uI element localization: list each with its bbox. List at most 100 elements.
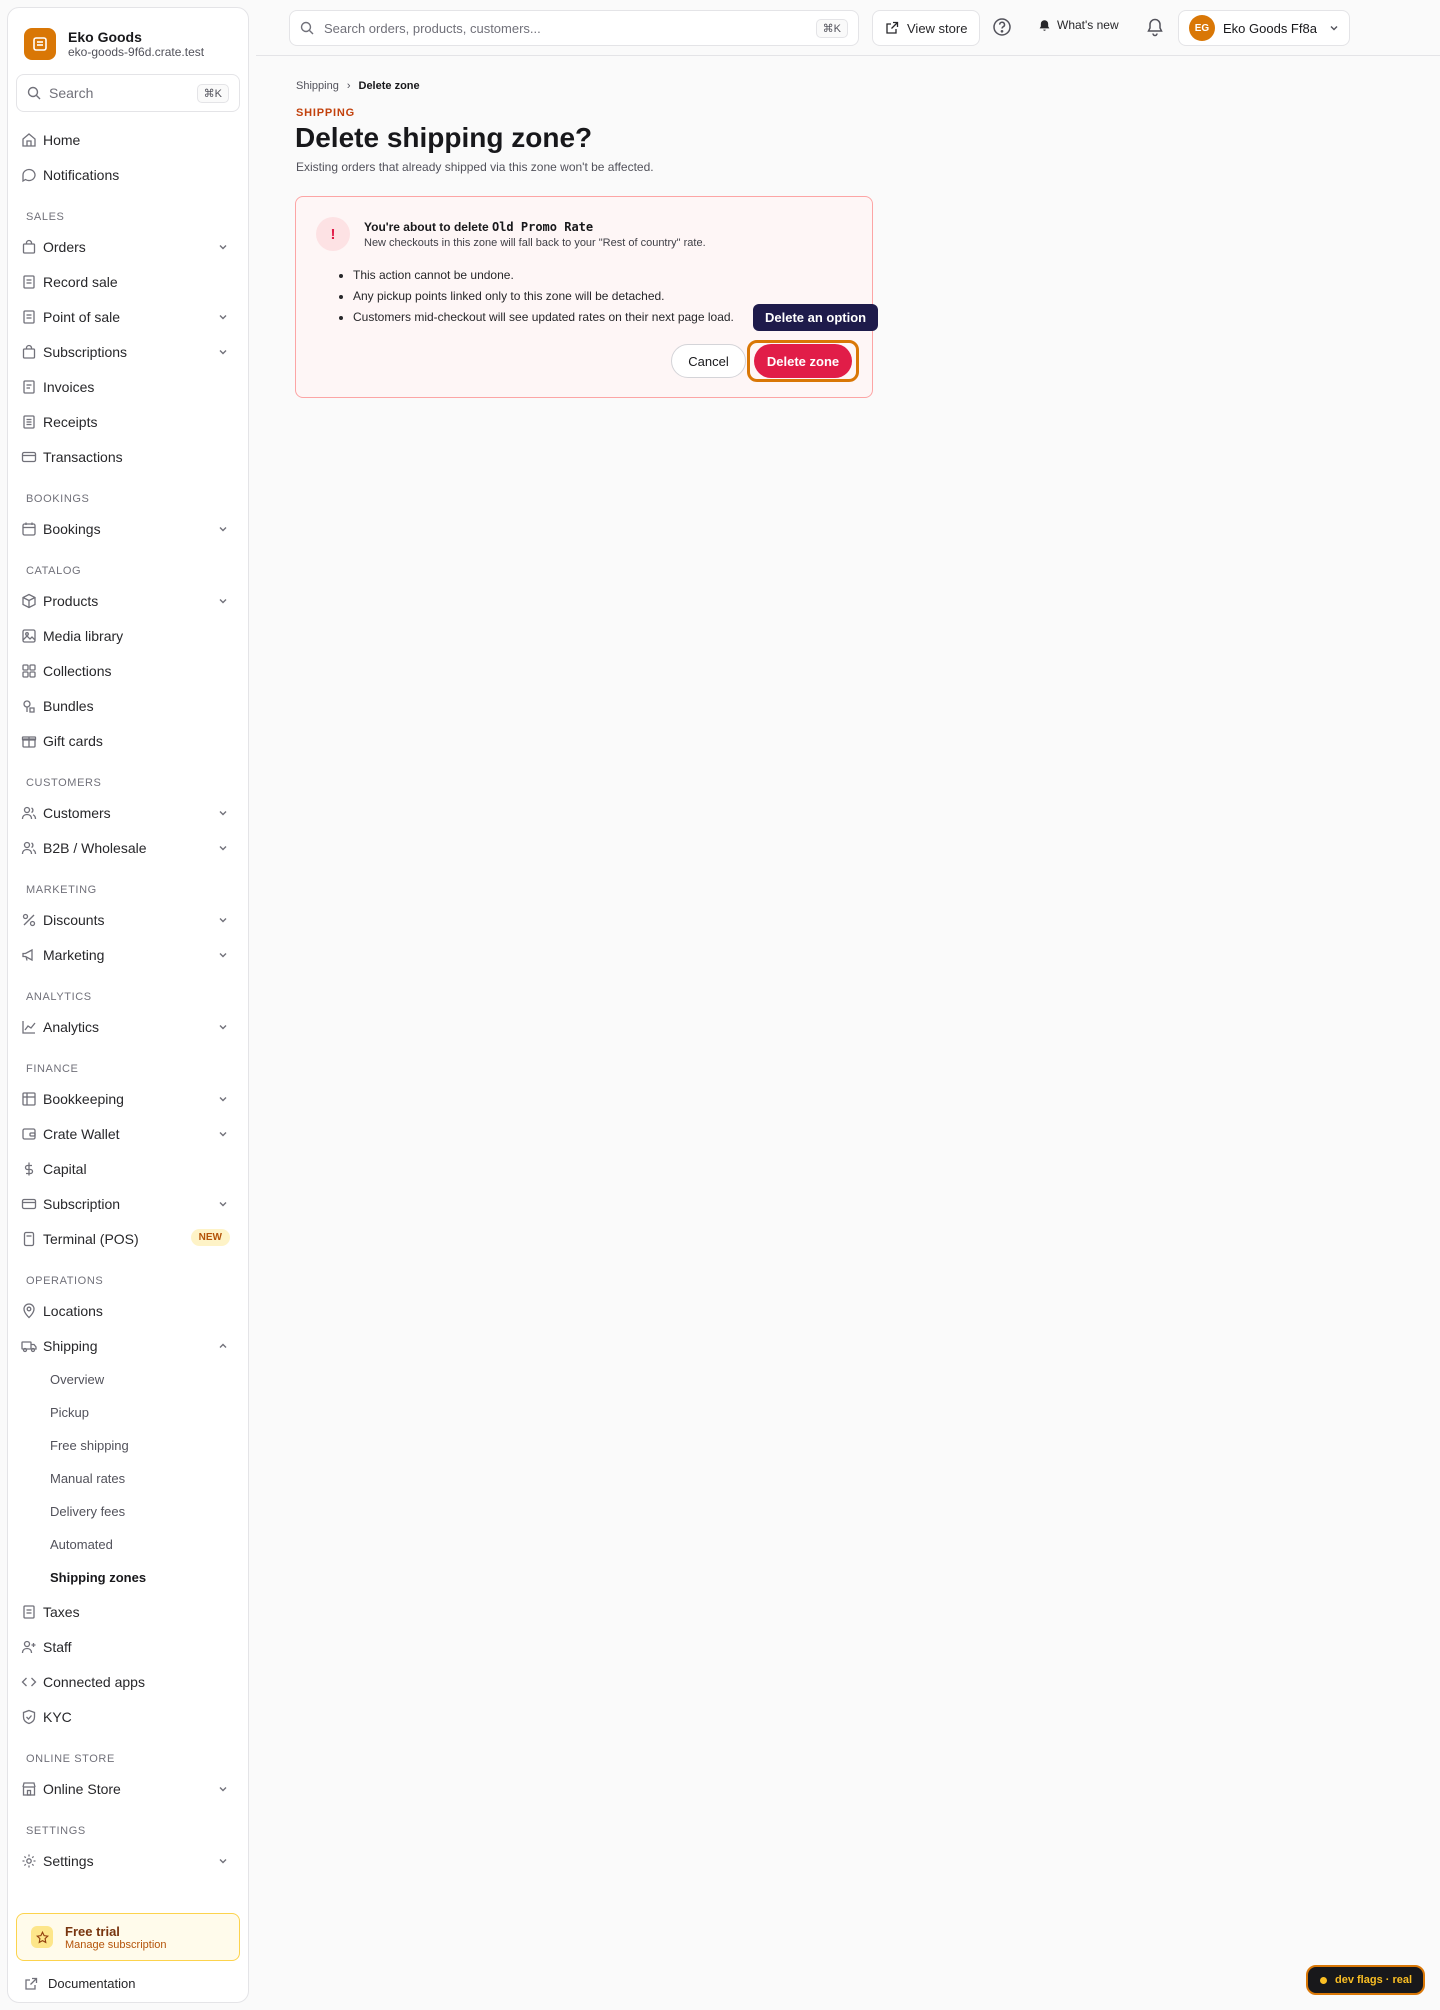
terminal-device-icon (23, 1231, 35, 1247)
store-domain: eko-goods-9f6d.crate.test (68, 45, 205, 59)
tooltip: Delete an option (753, 304, 879, 331)
sidebar-item-label: Analytics (43, 1018, 100, 1035)
manage-subscription-link[interactable]: Manage subscription (65, 1939, 167, 1951)
section-label-analytics: ANALYTICS (26, 991, 92, 1003)
view-store-label: View store (907, 20, 968, 36)
notifications-bell-icon[interactable] (1145, 17, 1165, 37)
storefront-icon (22, 1782, 36, 1796)
sidebar-item-collections[interactable]: Collections (8, 653, 248, 688)
document-icon (23, 1605, 35, 1619)
sidebar-item-home[interactable]: Home (8, 122, 248, 157)
account-menu[interactable]: EG Eko Goods Ff8a (1178, 10, 1350, 46)
sidebar-item-notifications[interactable]: Notifications (8, 157, 248, 192)
chevron-down-icon (219, 315, 227, 320)
sidebar-item-discounts[interactable]: Discounts (8, 902, 248, 937)
avatar: EG (1189, 15, 1215, 41)
search-icon (27, 86, 41, 100)
chevron-down-icon (219, 1025, 227, 1030)
image-icon (22, 629, 36, 643)
sidebar-item-label: Marketing (43, 946, 105, 963)
document-icon (23, 310, 35, 324)
dev-flags-button[interactable]: dev flags · real (1306, 1965, 1425, 1995)
sidebar-item-label: Online Store (43, 1780, 121, 1797)
sidebar-item-bookkeeping[interactable]: Bookkeeping (8, 1081, 248, 1116)
sidebar-item-online-store[interactable]: Online Store (8, 1771, 248, 1806)
sidebar-item-taxes[interactable]: Taxes (8, 1594, 248, 1629)
sidebar-item-analytics[interactable]: Analytics (8, 1009, 248, 1044)
sidebar-item-crate-wallet[interactable]: Crate Wallet (8, 1116, 248, 1151)
section-label-finance: FINANCE (26, 1063, 79, 1075)
confirmation-title-prefix: You're about to delete (364, 220, 489, 234)
sidebar-item-label: Taxes (43, 1603, 80, 1620)
chevron-down-icon (1330, 26, 1338, 31)
sidebar-item-connected-apps[interactable]: Connected apps (8, 1664, 248, 1699)
sidebar-item-subscriptions[interactable]: Subscriptions (8, 334, 248, 369)
sidebar-item-gift-cards[interactable]: Gift cards (8, 723, 248, 758)
sidebar-item-marketing[interactable]: Marketing (8, 937, 248, 972)
section-label-settings: SETTINGS (26, 1825, 86, 1837)
sidebar-item-subscription[interactable]: Subscription (8, 1186, 248, 1221)
chevron-down-icon (219, 953, 227, 958)
sidebar-item-label: Gift cards (43, 732, 103, 749)
breadcrumb-shipping-link[interactable]: Shipping (296, 80, 339, 92)
delete-zone-button[interactable]: Delete zone (754, 344, 852, 378)
sidebar-subitem-overview[interactable]: Overview (8, 1363, 248, 1396)
global-search-input[interactable]: Search orders, products, customers... ⌘K (289, 10, 859, 46)
sidebar-subitem-shipping-zones[interactable]: Shipping zones (8, 1561, 248, 1594)
whats-new-button[interactable]: What's new (1038, 18, 1119, 32)
view-store-button[interactable]: View store (872, 10, 981, 46)
shield-check-icon (22, 1709, 36, 1725)
cancel-button[interactable]: Cancel (671, 344, 746, 378)
sidebar-item-kyc[interactable]: KYC (8, 1699, 248, 1734)
chevron-down-icon (219, 599, 227, 604)
gift-icon (21, 736, 37, 748)
sidebar-item-locations[interactable]: Locations (8, 1293, 248, 1328)
sidebar-item-settings[interactable]: Settings (8, 1843, 248, 1878)
sidebar-subitem-delivery-fees[interactable]: Delivery fees (8, 1495, 248, 1528)
sidebar-subitem-manual-rates[interactable]: Manual rates (8, 1462, 248, 1495)
sidebar-item-customers[interactable]: Customers (8, 795, 248, 830)
sidebar-item-label: Bookkeeping (43, 1090, 124, 1107)
ledger-icon (22, 1092, 36, 1106)
sidebar-subitem-pickup[interactable]: Pickup (8, 1396, 248, 1429)
sidebar-subitem-free-shipping[interactable]: Free shipping (8, 1429, 248, 1462)
sidebar-item-media-library[interactable]: Media library (8, 618, 248, 653)
section-label-online-store: ONLINE STORE (26, 1753, 115, 1765)
receipt-icon (23, 415, 35, 429)
new-badge: NEW (190, 1229, 230, 1246)
sidebar-item-transactions[interactable]: Transactions (8, 439, 248, 474)
sidebar-item-invoices[interactable]: Invoices (8, 369, 248, 404)
sidebar-item-bundles[interactable]: Bundles (8, 688, 248, 723)
sidebar-item-shipping[interactable]: Shipping (8, 1328, 248, 1363)
free-trial-card[interactable]: Free trial Manage subscription (16, 1913, 240, 1961)
confirmation-title: You're about to delete Old Promo Rate (364, 220, 593, 234)
sidebar-item-receipts[interactable]: Receipts (8, 404, 248, 439)
gear-icon (22, 1854, 36, 1868)
documentation-link[interactable]: Documentation (24, 1976, 135, 1991)
sidebar-subitem-automated[interactable]: Automated (8, 1528, 248, 1561)
external-link-icon (886, 21, 899, 34)
brand[interactable]: Eko Goods eko-goods-9f6d.crate.test (24, 24, 204, 64)
zone-name: Old Promo Rate (491, 220, 594, 234)
sidebar-item-staff[interactable]: Staff (8, 1629, 248, 1664)
sidebar-item-orders[interactable]: Orders (8, 229, 248, 264)
sidebar-item-label: B2B / Wholesale (43, 839, 147, 856)
global-search-placeholder: Search orders, products, customers... (324, 20, 541, 36)
help-icon[interactable] (992, 17, 1012, 37)
sidebar-item-b2b-wholesale[interactable]: B2B / Wholesale (8, 830, 248, 865)
sidebar-item-products[interactable]: Products (8, 583, 248, 618)
topbar: Search orders, products, customers... ⌘K… (256, 0, 1440, 56)
breadcrumb-current: Delete zone (358, 80, 420, 92)
chevron-down-icon (219, 1859, 227, 1864)
sidebar-item-point-of-sale[interactable]: Point of sale (8, 299, 248, 334)
sidebar-item-label: Connected apps (43, 1673, 145, 1690)
sidebar-item-bookings[interactable]: Bookings (8, 511, 248, 546)
sidebar-search[interactable]: Search ⌘K (16, 74, 240, 112)
sidebar-item-capital[interactable]: Capital (8, 1151, 248, 1186)
bundle-icon (23, 700, 35, 713)
sidebar-item-label: Crate Wallet (43, 1125, 120, 1142)
dollar-icon (24, 1162, 34, 1176)
sidebar-item-record-sale[interactable]: Record sale (8, 264, 248, 299)
document-icon (23, 275, 35, 289)
sidebar-item-terminal-pos[interactable]: Terminal (POS) NEW (8, 1221, 248, 1256)
